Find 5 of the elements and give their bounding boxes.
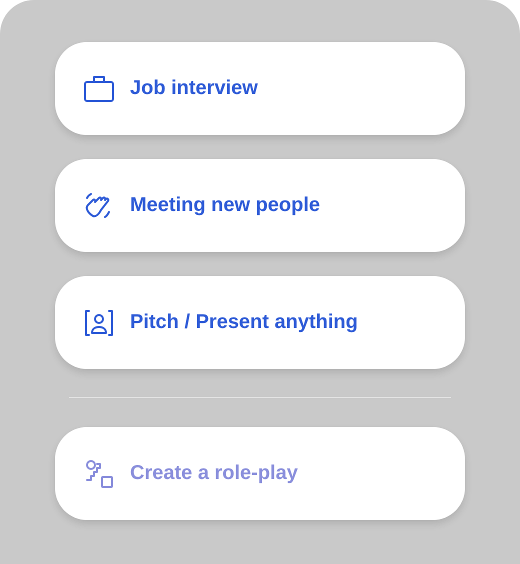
option-button[interactable]: Job interview bbox=[55, 42, 465, 135]
option-button[interactable]: Meeting new people bbox=[55, 159, 465, 252]
role-play-icon bbox=[83, 458, 115, 490]
option-button[interactable]: Pitch / Present anything bbox=[55, 276, 465, 369]
create-role-play-button[interactable]: Create a role-play bbox=[55, 427, 465, 520]
